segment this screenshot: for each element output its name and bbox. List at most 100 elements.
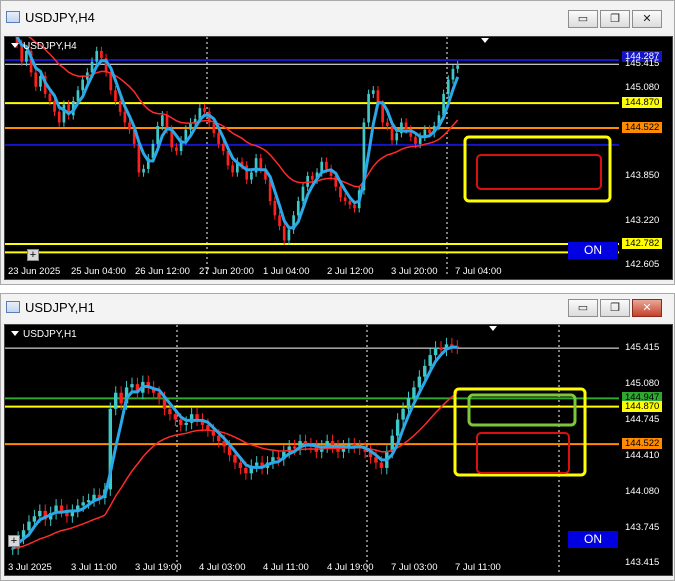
restore-button[interactable]: ❐ <box>600 10 630 28</box>
candle <box>428 355 432 366</box>
candle <box>81 79 84 91</box>
candle <box>128 122 131 130</box>
candle <box>233 455 237 463</box>
candle <box>250 172 253 180</box>
price-axis-label: 144.745 <box>625 414 660 426</box>
candle <box>109 72 113 91</box>
price-chart-h4[interactable]: USDJPY,H4 + ON 144.287 145.415 145.080 144.… <box>4 36 673 280</box>
price-axis-label: 142.782 <box>622 238 663 249</box>
on-toggle-button[interactable]: ON <box>568 242 618 259</box>
time-axis-label: 25 Jun 04:00 <box>71 266 126 277</box>
candle <box>325 161 328 169</box>
window-titlebar[interactable]: USDJPY,H1 ▭ ❐ ✕ <box>1 294 674 322</box>
chart-window-h4[interactable]: USDJPY,H4 ▭ ❐ ✕ USDJPY,H4 + ON 144.287 14… <box>0 0 675 285</box>
zone-box <box>476 432 570 474</box>
candle <box>168 408 172 415</box>
candle <box>48 93 52 102</box>
candle <box>414 136 417 144</box>
candle <box>39 76 42 87</box>
candle <box>221 143 225 152</box>
candle <box>195 414 199 420</box>
candle <box>423 365 427 377</box>
expand-plus-icon[interactable]: + <box>8 535 20 547</box>
candle <box>123 111 127 123</box>
candle <box>386 122 389 127</box>
chart-window-icon <box>6 301 20 313</box>
restore-button[interactable]: ❐ <box>600 299 630 317</box>
window-titlebar[interactable]: USDJPY,H4 ▭ ❐ ✕ <box>1 1 674 33</box>
chart-window-icon <box>6 11 20 23</box>
candle <box>367 93 370 123</box>
expand-plus-icon[interactable]: + <box>27 249 39 261</box>
zone-box <box>463 135 612 203</box>
candle <box>212 122 216 134</box>
price-axis-label: 145.080 <box>625 378 660 390</box>
time-axis-label: 4 Jul 11:00 <box>263 562 309 573</box>
candle <box>390 126 394 141</box>
time-axis-label: 3 Jul 20:00 <box>391 266 438 277</box>
candle <box>451 68 455 80</box>
close-button[interactable]: ✕ <box>632 10 662 28</box>
chart-window-h1[interactable]: USDJPY,H1 ▭ ❐ ✕ USDJPY,H1 + ON 145.415 14… <box>0 293 675 581</box>
candle <box>446 79 450 94</box>
candle <box>406 398 411 409</box>
symbol-label: USDJPY,H4 <box>11 41 77 52</box>
time-axis-label: 4 Jul 19:00 <box>327 562 374 573</box>
candle <box>173 414 178 420</box>
time-axis-label: 27 Jun 20:00 <box>199 266 254 277</box>
candle <box>100 51 103 59</box>
candle <box>348 201 352 205</box>
close-button[interactable]: ✕ <box>632 299 662 317</box>
candle <box>217 435 221 442</box>
price-axis-label: 145.415 <box>625 342 660 354</box>
candle <box>114 392 118 409</box>
price-axis-label: 143.415 <box>625 557 660 568</box>
window-title: USDJPY,H1 <box>25 300 95 315</box>
candle <box>428 129 431 134</box>
current-time-marker <box>489 326 497 331</box>
candle <box>203 108 206 112</box>
time-axis-label: 7 Jul 04:00 <box>455 266 502 277</box>
price-axis-label: 143.745 <box>625 521 660 533</box>
candle <box>439 347 443 350</box>
candle <box>62 104 66 123</box>
candle <box>273 201 277 216</box>
minimize-button[interactable]: ▭ <box>568 299 598 317</box>
price-axis-label: 145.415 <box>625 58 660 70</box>
time-axis-label: 3 Jul 11:00 <box>71 562 117 573</box>
candle <box>254 462 259 466</box>
price-axis-label: 143.850 <box>625 170 660 182</box>
price-axis-label: 143.220 <box>625 215 660 227</box>
candle <box>175 147 178 152</box>
price-axis-label: 144.522 <box>622 122 663 134</box>
price-chart-h1[interactable]: USDJPY,H1 + ON 145.415 145.080 144.947 144.… <box>4 324 673 576</box>
candle <box>53 101 56 112</box>
time-axis-label: 2 Jul 12:00 <box>327 266 374 277</box>
time-axis-label: 4 Jul 03:00 <box>199 562 246 573</box>
candle <box>81 502 85 506</box>
time-axis-label: 1 Jul 04:00 <box>263 266 310 277</box>
candle <box>311 176 314 180</box>
candle <box>456 65 459 69</box>
dropdown-triangle-icon <box>11 331 19 336</box>
candle <box>161 115 164 127</box>
candle <box>244 467 248 474</box>
price-axis-label: 145.080 <box>625 82 660 94</box>
candle <box>130 384 134 388</box>
candle <box>395 133 399 141</box>
minimize-button[interactable]: ▭ <box>568 10 598 28</box>
time-axis-label: 23 Jun 2025 <box>8 266 61 277</box>
candle <box>282 226 286 241</box>
time-axis-label: 7 Jul 03:00 <box>391 562 438 573</box>
candle <box>57 111 61 123</box>
candle <box>238 462 243 468</box>
on-toggle-button[interactable]: ON <box>568 531 618 548</box>
candle <box>184 422 188 425</box>
candle <box>395 419 400 436</box>
candle <box>301 186 305 202</box>
candle <box>118 101 122 112</box>
current-time-marker <box>481 38 489 43</box>
candle <box>401 408 405 420</box>
candle <box>353 204 356 209</box>
candle <box>433 347 438 356</box>
